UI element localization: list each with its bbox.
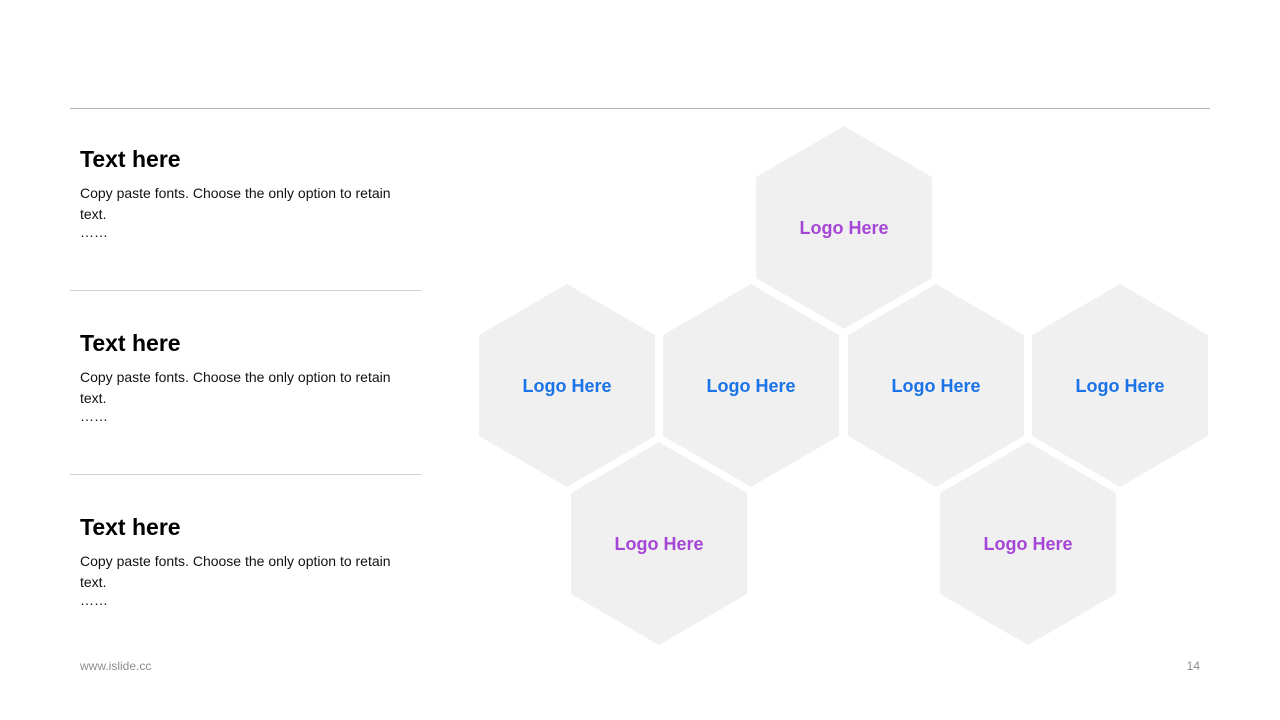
logo-hexagon-6: Logo Here <box>571 442 747 645</box>
logo-label-4: Logo Here <box>891 376 980 396</box>
logo-hexagon-4: Logo Here <box>848 284 1024 487</box>
logo-hexagon-1: Logo Here <box>756 126 932 329</box>
logo-label-7: Logo Here <box>983 534 1072 554</box>
logo-label-2: Logo Here <box>522 376 611 396</box>
page-number: 14 <box>1186 659 1200 673</box>
logo-label-6: Logo Here <box>614 534 703 554</box>
logo-hexagon-3: Logo Here <box>663 284 839 487</box>
logo-hexagon-7: Logo Here <box>940 442 1116 645</box>
logo-hexagon-5: Logo Here <box>1032 284 1208 487</box>
logo-label-3: Logo Here <box>706 376 795 396</box>
logo-label-1: Logo Here <box>799 218 888 238</box>
logo-hexagon-2: Logo Here <box>479 284 655 487</box>
logo-hexagon-grid: Logo Here Logo Here Logo Here Logo Here … <box>479 126 1208 645</box>
footer-url: www.islide.cc <box>80 659 152 673</box>
logo-label-5: Logo Here <box>1075 376 1164 396</box>
